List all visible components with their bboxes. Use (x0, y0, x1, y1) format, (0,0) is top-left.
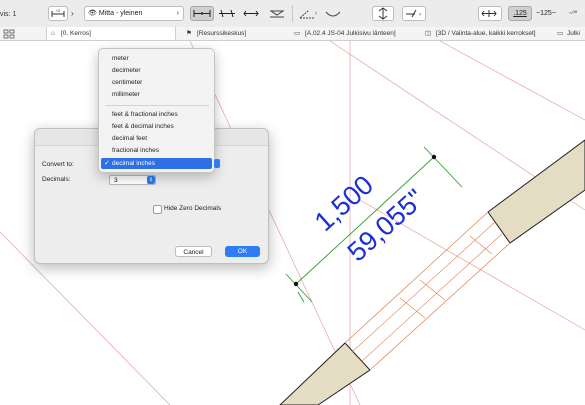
worksheet-icon: ⚑ (186, 30, 192, 37)
hide-zero-decimals-label: Hide Zero Decimals (164, 205, 222, 212)
tab-elevation-2[interactable]: ▭ Julki (556, 27, 585, 40)
tab-3d-view[interactable]: ◫ [3D / Valinta-alue, kaikki kerrokset] (424, 27, 550, 40)
elevation-icon (378, 7, 388, 20)
tab-elevation[interactable]: ▭ [A.02.4 JS-04 Julkisivu länteen] (293, 27, 418, 40)
angle-icon: › (299, 9, 317, 19)
dimension-node-end[interactable] (431, 154, 437, 160)
scale-dim-icon: ~⁰⁰ (568, 11, 578, 17)
elevation-button[interactable] (372, 6, 394, 21)
menu-item-label: millimeter (112, 91, 140, 98)
hide-zero-decimals-checkbox[interactable] (153, 205, 162, 214)
convert-to-select-arrow[interactable] (214, 159, 220, 168)
witness-line-button[interactable] (478, 6, 502, 21)
convert-to-label: Convert to: (42, 161, 74, 168)
menu-item-decimal-feet[interactable]: decimal feet (101, 133, 212, 144)
menu-item-feet-decimal-inches[interactable]: feet & decimal inches (101, 121, 212, 132)
grid-icon (3, 29, 15, 39)
svg-text:›: › (419, 12, 421, 18)
menu-item-label: decimeter (112, 67, 141, 74)
view-name: Mitta - yleinen (98, 10, 143, 17)
marker-style-button[interactable]: › (402, 6, 426, 21)
dimension-tick-icon (219, 9, 235, 18)
arrow-style-button[interactable]: +2 (48, 6, 68, 21)
dimension-style-2-button[interactable] (216, 6, 238, 21)
wall-section (279, 139, 585, 405)
tab-floor-plan[interactable]: ⌂ [0. Kerros] (46, 27, 176, 40)
angle-tool-button[interactable]: › (296, 6, 320, 21)
menu-item-centimeter[interactable]: centimeter (101, 77, 212, 88)
menu-item-label: fractional inches (112, 147, 159, 154)
arc-tool-button[interactable] (322, 6, 344, 21)
tab-elevation-label: [A.02.4 JS-04 Julkisivu länteen] (305, 30, 396, 37)
menu-item-label: meter (112, 55, 129, 62)
menu-item-label: centimeter (112, 79, 143, 86)
svg-text:›: › (315, 11, 317, 17)
decimals-select[interactable]: 3 ⇕ (109, 175, 156, 185)
menu-item-meter[interactable]: meter (101, 53, 212, 64)
arrow-style-icon: +2 (51, 8, 65, 17)
eye-icon: 👁 (88, 10, 97, 17)
menu-item-feet-fractional-inches[interactable]: feet & fractional inches (101, 109, 212, 120)
floor-plan-icon: ⌂ (51, 30, 55, 37)
tab-floor-plan-label: [0. Kerros] (61, 30, 91, 37)
dimension-style-3-button[interactable] (240, 6, 262, 21)
menu-item-label: decimal feet (112, 135, 148, 142)
menu-item-label: feet & decimal inches (112, 123, 174, 130)
menu-separator (105, 105, 209, 106)
menu-item-decimal-inches[interactable]: ✓ decimal inches (101, 158, 212, 169)
tab-elevation-2-label: Julki (567, 30, 581, 37)
layout-icon: ▭ (294, 30, 301, 37)
view-tab-bar: ⌂ [0. Kerros] ⚑ [Resurssikeskus] ▭ [A.02… (0, 27, 585, 41)
witness-line-icon (481, 10, 497, 17)
cancel-button[interactable]: Cancel (175, 246, 212, 257)
dimension-linear-icon (193, 10, 211, 17)
convert-to-menu: meter decimeter centimeter millimeter fe… (98, 48, 215, 173)
tab-3d-view-label: [3D / Valinta-alue, kaikki kerrokset] (436, 30, 536, 37)
checkmark-icon: ✓ (104, 160, 110, 167)
dimension-arrow-icon (243, 10, 259, 17)
scale-value-3-button[interactable]: ~⁰⁰ (562, 6, 584, 21)
top-toolbar: vis: 1 +2 › 👁 Mitta - yleinen › › › .125… (0, 0, 585, 28)
toolbar-clipped-label: vis: 1 (0, 11, 17, 18)
ok-button[interactable]: OK (225, 246, 260, 257)
menu-item-fractional-inches[interactable]: fractional inches (101, 145, 212, 156)
chevron-right-icon[interactable]: › (71, 9, 74, 18)
decimals-label: Decimals: (42, 176, 71, 183)
tab-resource-center-label: [Resurssikeskus] (197, 30, 247, 37)
window-icon: ▭ (557, 30, 564, 37)
arc-icon (325, 11, 341, 17)
menu-item-millimeter[interactable]: millimeter (101, 89, 212, 100)
dimension-base-icon (269, 10, 285, 18)
scale-value-1-button[interactable]: .125 (508, 6, 532, 21)
view-selector[interactable]: 👁 Mitta - yleinen › (84, 6, 184, 21)
grid-view-icon[interactable] (2, 27, 18, 40)
scale-value-1: .125 (513, 10, 527, 17)
chevron-right-icon: › (176, 10, 179, 17)
dimension-node-start[interactable] (293, 281, 299, 287)
tab-resource-center[interactable]: ⚑ [Resurssikeskus] (184, 27, 279, 40)
scale-value-2: ~125~ (536, 10, 556, 17)
dimension-style-4-button[interactable] (266, 6, 288, 21)
slash-marker-icon: › (406, 9, 421, 18)
dimension-style-1-button[interactable] (190, 6, 214, 21)
menu-item-label: feet & fractional inches (112, 111, 178, 118)
3d-cube-icon: ◫ (425, 30, 432, 37)
updown-chevron-icon: ⇕ (147, 176, 155, 184)
svg-text:+2: +2 (56, 8, 61, 13)
menu-item-label: decimal inches (112, 160, 155, 167)
menu-item-decimeter[interactable]: decimeter (101, 65, 212, 76)
scale-value-2-button[interactable]: ~125~ (534, 6, 558, 21)
decimals-value: 3 (114, 177, 118, 184)
toolbar-divider (292, 5, 293, 22)
